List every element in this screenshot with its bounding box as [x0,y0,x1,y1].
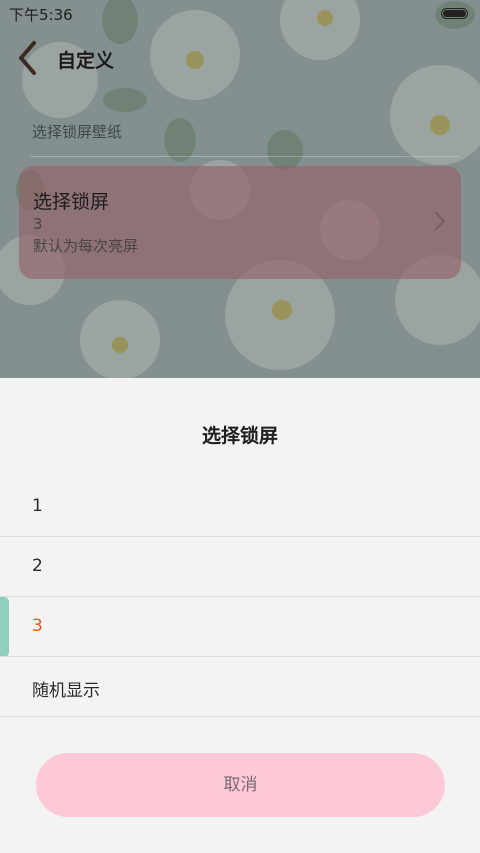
page-title: 自定义 [57,50,115,72]
battery-icon [441,8,468,19]
sheet-title: 选择锁屏 [201,425,278,447]
option-3-selected[interactable]: 3 [0,597,480,657]
lock-card-title: 选择锁屏 [33,191,110,213]
option-label: 随机显示 [32,681,100,701]
option-label: 2 [32,556,43,576]
chevron-left-icon [19,41,36,75]
status-time: 下午5:36 [9,6,73,24]
option-2[interactable]: 2 [0,537,480,597]
divider [30,156,460,157]
cancel-button[interactable]: 取消 [36,753,445,817]
selected-marker [0,597,9,657]
option-label: 1 [32,496,43,516]
option-label: 3 [32,616,43,636]
divider [0,716,480,717]
option-random[interactable]: 随机显示 [0,657,480,717]
wallpaper-setting[interactable]: 选择锁屏壁纸 [32,121,122,142]
lock-screen-setting-card[interactable]: 选择锁屏 3 默认为每次亮屏 [19,166,461,279]
lock-card-value: 3 [33,215,43,233]
chevron-right-icon [435,212,446,230]
lock-card-description: 默认为每次亮屏 [33,237,139,255]
option-1[interactable]: 1 [0,477,480,537]
bottom-sheet: 选择锁屏 1 2 3 随机显示 取消 [0,378,480,853]
back-button[interactable] [12,38,48,78]
